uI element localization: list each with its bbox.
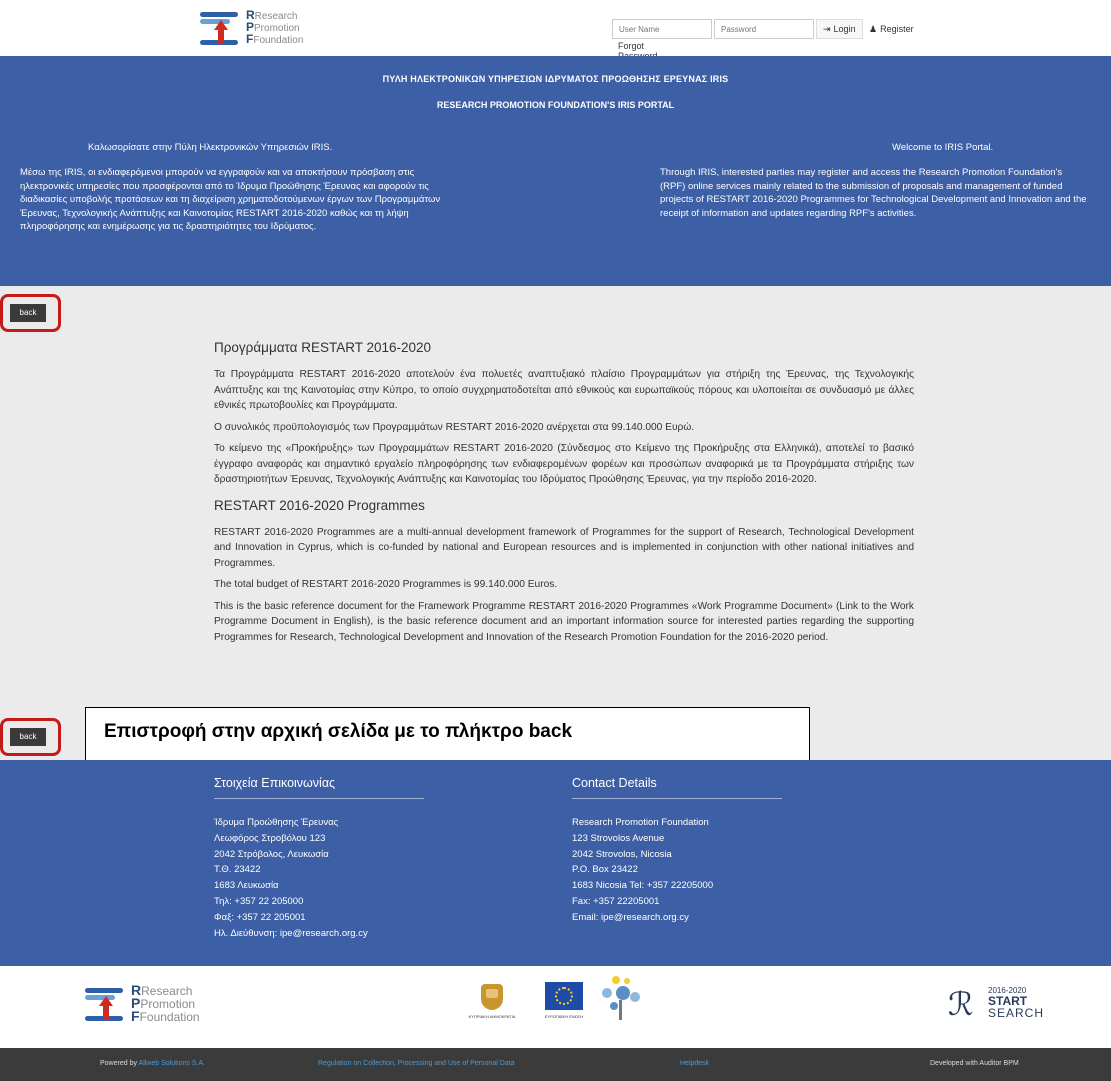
paragraph-greek-1: Τα Προγράμματα RESTART 2016-2020 αποτελο…: [214, 369, 914, 411]
footer-logo-line1: Research: [141, 984, 193, 998]
restart-mark-icon: ℛ: [948, 986, 974, 1022]
contact-line: 1683 Nicosia Tel: +357 22205000: [572, 880, 714, 892]
welcome-banner: ΠΥΛΗ ΗΛΕΚΤΡΟΝΙΚΩΝ ΥΠΗΡΕΣΙΩΝ ΙΔΡΥΜΑΤΟΣ ΠΡ…: [0, 56, 1111, 286]
powered-by: Powered by Allweb Solutions S.A.: [100, 1060, 205, 1067]
cyprus-emblem: ΚΥΠΡΙΑΚΗ ΔΗΜΟΚΡΑΤΙΑ: [465, 984, 519, 1019]
allweb-link[interactable]: Allweb Solutions S.A.: [139, 1060, 206, 1067]
intro-text-english: Through IRIS, interested parties may reg…: [660, 167, 1087, 219]
annotation-text: Επιστροφή στην αρχική σελίδα με το πλήκτ…: [104, 721, 573, 742]
eu-emblem: ΕΥΡΩΠΑΪΚΗ ΕΝΩΣΗ: [533, 982, 595, 1019]
paragraph-english-3: This is the basic reference document for…: [214, 600, 914, 643]
contact-line: Research Promotion Foundation: [572, 817, 709, 828]
cyprus-caption: ΚΥΠΡΙΑΚΗ ΔΗΜΟΚΡΑΤΙΑ: [468, 1014, 516, 1019]
intro-text-greek: Μέσω της IRIS, οι ενδιαφερόμενοι μπορούν…: [20, 167, 441, 232]
highlight-back-bottom: [0, 718, 61, 756]
logo-line2: Promotion: [254, 23, 300, 34]
powered-prefix: Powered by: [100, 1060, 137, 1067]
contact-line: Email: ipe@research.org.cy: [572, 911, 689, 923]
rpf-logo-icon: [200, 10, 240, 46]
footer-logo-line3: Foundation: [139, 1010, 200, 1024]
portal-title-greek: ΠΥΛΗ ΗΛΕΚΤΡΟΝΙΚΩΝ ΥΠΗΡΕΣΙΩΝ ΙΔΡΥΜΑΤΟΣ ΠΡ…: [382, 74, 729, 84]
footer-logo-line2: Promotion: [140, 997, 196, 1011]
site-header: RResearch PPromotion FFoundation ⇥ Login…: [0, 0, 1111, 71]
login-label: Login: [833, 24, 856, 34]
divider: [572, 798, 782, 799]
paragraph-greek-3: Το κείμενο της «Προκήρυξης» των Προγραμμ…: [214, 443, 914, 485]
contact-title-greek: Στοιχεία Επικοινωνίας: [214, 776, 336, 790]
restart-search: SEARCH: [988, 1006, 1045, 1020]
paragraph-english-2: The total budget of RESTART 2016-2020 Pr…: [214, 579, 558, 590]
restart-logo: ℛ 2016-2020 START SEARCH: [948, 986, 1048, 1026]
structural-funds-logo: [592, 974, 650, 1030]
contact-line: P.O. Box 23422: [572, 864, 638, 876]
divider: [214, 798, 424, 799]
contact-title-english: Contact Details: [572, 776, 657, 790]
developed-with: Developed with Auditor BPM: [930, 1060, 1019, 1067]
contact-line: Φαξ: +357 22 205001: [214, 911, 306, 923]
programmes-article: Προγράμματα RESTART 2016-2020 Τα Προγράμ…: [214, 340, 914, 651]
contact-line: Λεωφόρος Στροβόλου 123: [214, 832, 326, 844]
contact-line: Fax: +357 22205001: [572, 895, 660, 907]
cyprus-shield-icon: [481, 984, 503, 1010]
contact-line: Ίδρυμα Προώθησης Έρευνας: [214, 817, 339, 828]
logo-line1: Research: [254, 11, 298, 22]
contact-greek: Στοιχεία Επικοινωνίας Ίδρυμα Προώθησης Έ…: [214, 776, 444, 941]
password-input[interactable]: [714, 19, 814, 39]
rpf-logo[interactable]: RResearch PPromotion FFoundation: [200, 9, 304, 46]
eu-caption: ΕΥΡΩΠΑΪΚΗ ΕΝΩΣΗ: [544, 1014, 584, 1019]
contact-line: Τ.Θ. 23422: [214, 864, 261, 876]
username-input[interactable]: [612, 19, 712, 39]
rpf-logo-icon: [85, 986, 125, 1022]
heading-greek: Προγράμματα RESTART 2016-2020: [214, 340, 432, 355]
partner-logos: RResearch PPromotion FFoundation ΚΥΠΡΙΑΚ…: [0, 966, 1111, 1048]
welcome-english: Welcome to IRIS Portal.: [892, 142, 994, 153]
highlight-back-top: [0, 294, 61, 332]
personal-data-link[interactable]: Regulation on Collection, Processing and…: [318, 1060, 515, 1067]
helpdesk-link[interactable]: Helpdesk: [680, 1060, 709, 1067]
welcome-greek: Καλωσορίσατε στην Πύλη Ηλεκτρονικών Υπηρ…: [88, 142, 333, 153]
contact-line: 123 Strovolos Avenue: [572, 832, 665, 844]
contact-line: 2042 Strovolos, Nicosia: [572, 848, 672, 860]
contact-footer: Στοιχεία Επικοινωνίας Ίδρυμα Προώθησης Έ…: [0, 760, 1111, 966]
main-content: back Προγράμματα RESTART 2016-2020 Τα Πρ…: [0, 286, 1111, 760]
paragraph-greek-2: Ο συνολικός προϋπολογισμός των Προγραμμά…: [214, 421, 695, 433]
rpf-footer-logo: RResearch PPromotion FFoundation: [85, 983, 200, 1024]
contact-english: Contact Details Research Promotion Found…: [572, 776, 802, 926]
login-button[interactable]: ⇥ Login: [816, 19, 863, 39]
heading-english: RESTART 2016-2020 Programmes: [214, 497, 425, 513]
register-button[interactable]: ♟ Register: [862, 19, 921, 39]
logo-line3: Foundation: [253, 35, 304, 46]
user-icon: ♟: [869, 23, 878, 34]
contact-line: 2042 Στρόβολος, Λευκωσία: [214, 848, 329, 860]
bottom-bar: Powered by Allweb Solutions S.A. Regulat…: [0, 1048, 1111, 1081]
contact-line: Ηλ. Διεύθυνση: ipe@research.org.cy: [214, 927, 368, 939]
contact-line: 1683 Λευκωσία: [214, 880, 279, 892]
login-icon: ⇥: [823, 23, 831, 34]
register-label: Register: [880, 24, 914, 34]
contact-line: Τηλ: +357 22 205000: [214, 895, 304, 907]
eu-flag-icon: [545, 982, 583, 1010]
paragraph-english-1: RESTART 2016-2020 Programmes are a multi…: [214, 526, 914, 569]
portal-title-english: RESEARCH PROMOTION FOUNDATION'S IRIS POR…: [436, 100, 675, 110]
